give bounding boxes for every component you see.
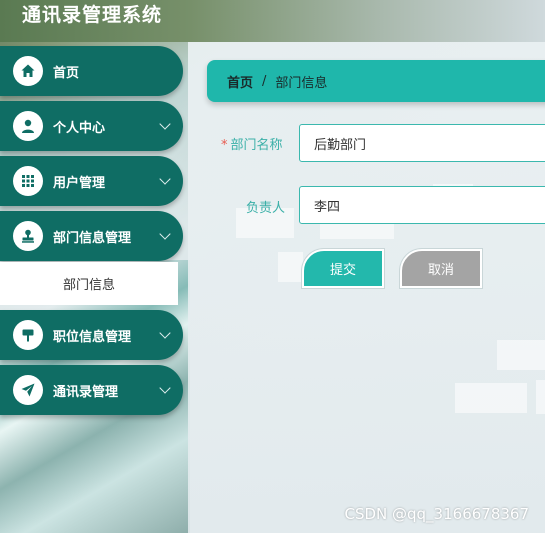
dept-name-input[interactable]: [299, 124, 545, 162]
sidebar-item-label: 通讯录管理: [53, 384, 119, 400]
submit-button[interactable]: 提交: [302, 249, 384, 288]
manager-label-text: 负责人: [246, 201, 286, 216]
sidebar-item-personal-center[interactable]: 个人中心: [0, 101, 183, 151]
signpost-icon: [13, 320, 43, 350]
watermark: CSDN @qq_3166678367: [344, 505, 529, 523]
stamp-icon: [13, 221, 43, 251]
sidebar-item-user-management[interactable]: 用户管理: [0, 156, 183, 206]
sidebar-item-label: 部门信息管理: [53, 230, 132, 246]
decor-block: [278, 252, 303, 282]
sidebar-item-label: 首页: [53, 65, 80, 81]
breadcrumb-home[interactable]: 首页: [227, 72, 253, 91]
sidebar-item-label: 职位信息管理: [53, 329, 132, 345]
dept-name-label-text: 部门名称: [230, 138, 283, 153]
chevron-down-icon: [159, 228, 171, 240]
manager-label: 负责人: [246, 197, 285, 216]
paper-plane-icon: [13, 375, 43, 405]
sidebar-subitem-department-info[interactable]: 部门信息: [0, 262, 178, 305]
breadcrumb: 首页 / 部门信息: [207, 60, 545, 102]
sidebar-subitem-label: 部门信息: [62, 278, 115, 293]
home-icon: [13, 56, 43, 86]
decor-block: [455, 383, 527, 413]
decor-block: [536, 380, 545, 414]
sidebar-item-position-management[interactable]: 职位信息管理: [0, 310, 183, 360]
sidebar-item-home[interactable]: 首页: [0, 46, 183, 96]
sidebar-item-contacts-management[interactable]: 通讯录管理: [0, 365, 183, 415]
chevron-down-icon: [159, 173, 171, 185]
person-icon: [13, 111, 43, 141]
grid-icon: [13, 166, 43, 196]
required-mark: *: [221, 138, 228, 153]
breadcrumb-separator: /: [262, 73, 267, 89]
decor-block: [497, 340, 545, 370]
top-bar: 通讯录管理系统: [0, 0, 545, 42]
cancel-button[interactable]: 取消: [400, 249, 482, 288]
manager-input[interactable]: [299, 186, 545, 224]
dept-name-label: * 部门名称: [221, 134, 283, 153]
sidebar-item-department-management[interactable]: 部门信息管理: [0, 211, 183, 261]
breadcrumb-current: 部门信息: [275, 75, 328, 91]
app-title: 通讯录管理系统: [22, 4, 163, 26]
chevron-down-icon: [159, 118, 171, 130]
sidebar-item-label: 个人中心: [53, 120, 106, 136]
chevron-down-icon: [159, 382, 171, 394]
sidebar-item-label: 用户管理: [53, 175, 106, 191]
chevron-down-icon: [159, 327, 171, 339]
